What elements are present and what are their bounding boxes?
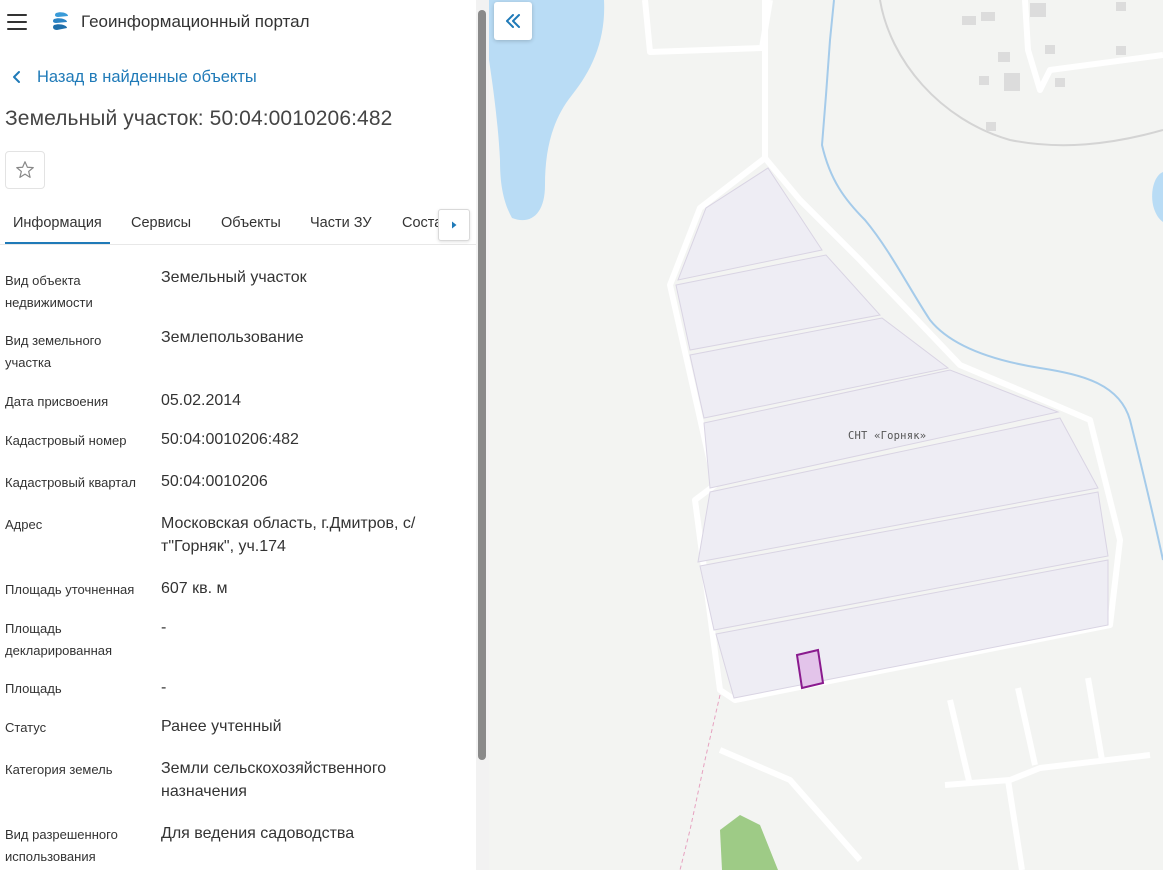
info-label: Вид объекта недвижимости: [5, 273, 93, 310]
arc-line: [879, 0, 1163, 147]
info-label: Адрес: [5, 517, 43, 532]
info-value: 607 кв. м: [161, 580, 228, 597]
info-label: Площадь уточненная: [5, 582, 135, 597]
tab-information[interactable]: Информация: [5, 203, 110, 244]
map-canvas[interactable]: [489, 0, 1163, 870]
info-label: Категория земель: [5, 762, 113, 777]
back-link-label: Назад в найденные объекты: [37, 67, 257, 86]
info-label: Вид разрешенного использования: [5, 827, 118, 864]
tab-composition[interactable]: Соста: [402, 203, 442, 243]
tab-bar: Информация Сервисы Объекты Части ЗУ Сост…: [0, 203, 476, 245]
portal-title: Геоинформационный портал: [81, 12, 310, 31]
caret-right-icon: [452, 221, 457, 229]
green-area: [720, 815, 778, 870]
dashed-boundary: [679, 694, 721, 870]
info-value: Землепользование: [161, 329, 304, 346]
tab-land-parts[interactable]: Части ЗУ: [310, 203, 372, 243]
info-value: 50:04:0010206:482: [161, 431, 299, 448]
tabs-scroll-right-button[interactable]: [438, 209, 470, 241]
back-to-results-link[interactable]: Назад в найденные объекты: [10, 67, 257, 87]
tab-services[interactable]: Сервисы: [131, 203, 191, 243]
double-chevron-left-icon: [506, 14, 520, 28]
header: Геоинформационный портал: [0, 0, 476, 44]
info-label: Вид земельного участка: [5, 333, 102, 370]
info-value: -: [161, 619, 167, 636]
info-label: Кадастровый квартал: [5, 475, 136, 490]
info-value: Для ведения садоводства: [161, 825, 355, 842]
info-panel: Геоинформационный портал Назад в найденн…: [0, 0, 489, 870]
snt-label: СНТ «Горняк»: [848, 430, 927, 442]
info-label: Площадь: [5, 681, 62, 696]
info-label: Статус: [5, 720, 47, 735]
info-value: Земельный участок: [161, 269, 307, 286]
info-value: Московская область, г.Дмитров, с/т"Горня…: [161, 515, 416, 555]
map-view[interactable]: СНТ «Горняк»: [489, 0, 1163, 870]
info-value: Ранее учтенный: [161, 718, 282, 735]
page-title: Земельный участок: 50:04:0010206:482: [5, 107, 393, 130]
portal-logo-icon[interactable]: [50, 11, 70, 33]
info-value: 05.02.2014: [161, 392, 242, 409]
buildings: [962, 2, 1126, 131]
info-value: -: [161, 679, 167, 696]
chevron-left-icon: [13, 71, 20, 83]
panel-scrollbar-thumb[interactable]: [478, 10, 486, 760]
favorite-button[interactable]: [5, 151, 45, 189]
tab-objects[interactable]: Объекты: [221, 203, 281, 243]
info-label: Кадастровый номер: [5, 433, 127, 448]
info-label: Дата присвоения: [5, 394, 109, 409]
star-outline-icon: [16, 161, 34, 178]
info-value: Земли сельскохозяйственного назначения: [161, 760, 387, 800]
info-label: Площадь декларированная: [5, 621, 113, 658]
pond-shape: [1152, 172, 1163, 222]
hamburger-menu-icon[interactable]: [7, 14, 27, 30]
info-value: 50:04:0010206: [161, 473, 268, 490]
collapse-panel-button[interactable]: [494, 2, 532, 40]
highlighted-parcel: [795, 648, 825, 690]
